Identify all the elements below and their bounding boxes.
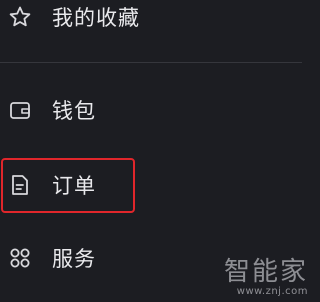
menu-item-label: 我的收藏 bbox=[52, 6, 140, 30]
menu-item-wallet[interactable]: 钱包 bbox=[0, 86, 316, 134]
star-icon bbox=[7, 4, 33, 30]
divider bbox=[0, 62, 302, 63]
menu-screen: 我的收藏 钱包 订单 服务 智能家 www.znj.com bbox=[0, 0, 316, 302]
menu-item-services[interactable]: 服务 bbox=[0, 234, 316, 282]
menu-item-label: 服务 bbox=[52, 247, 96, 271]
menu-item-label: 钱包 bbox=[52, 99, 96, 123]
menu-item-favorites[interactable]: 我的收藏 bbox=[0, 0, 316, 41]
watermark-url: www.znj.com bbox=[236, 286, 308, 297]
highlight-box bbox=[1, 158, 135, 213]
wallet-icon bbox=[7, 97, 33, 123]
grid-icon bbox=[7, 245, 33, 271]
